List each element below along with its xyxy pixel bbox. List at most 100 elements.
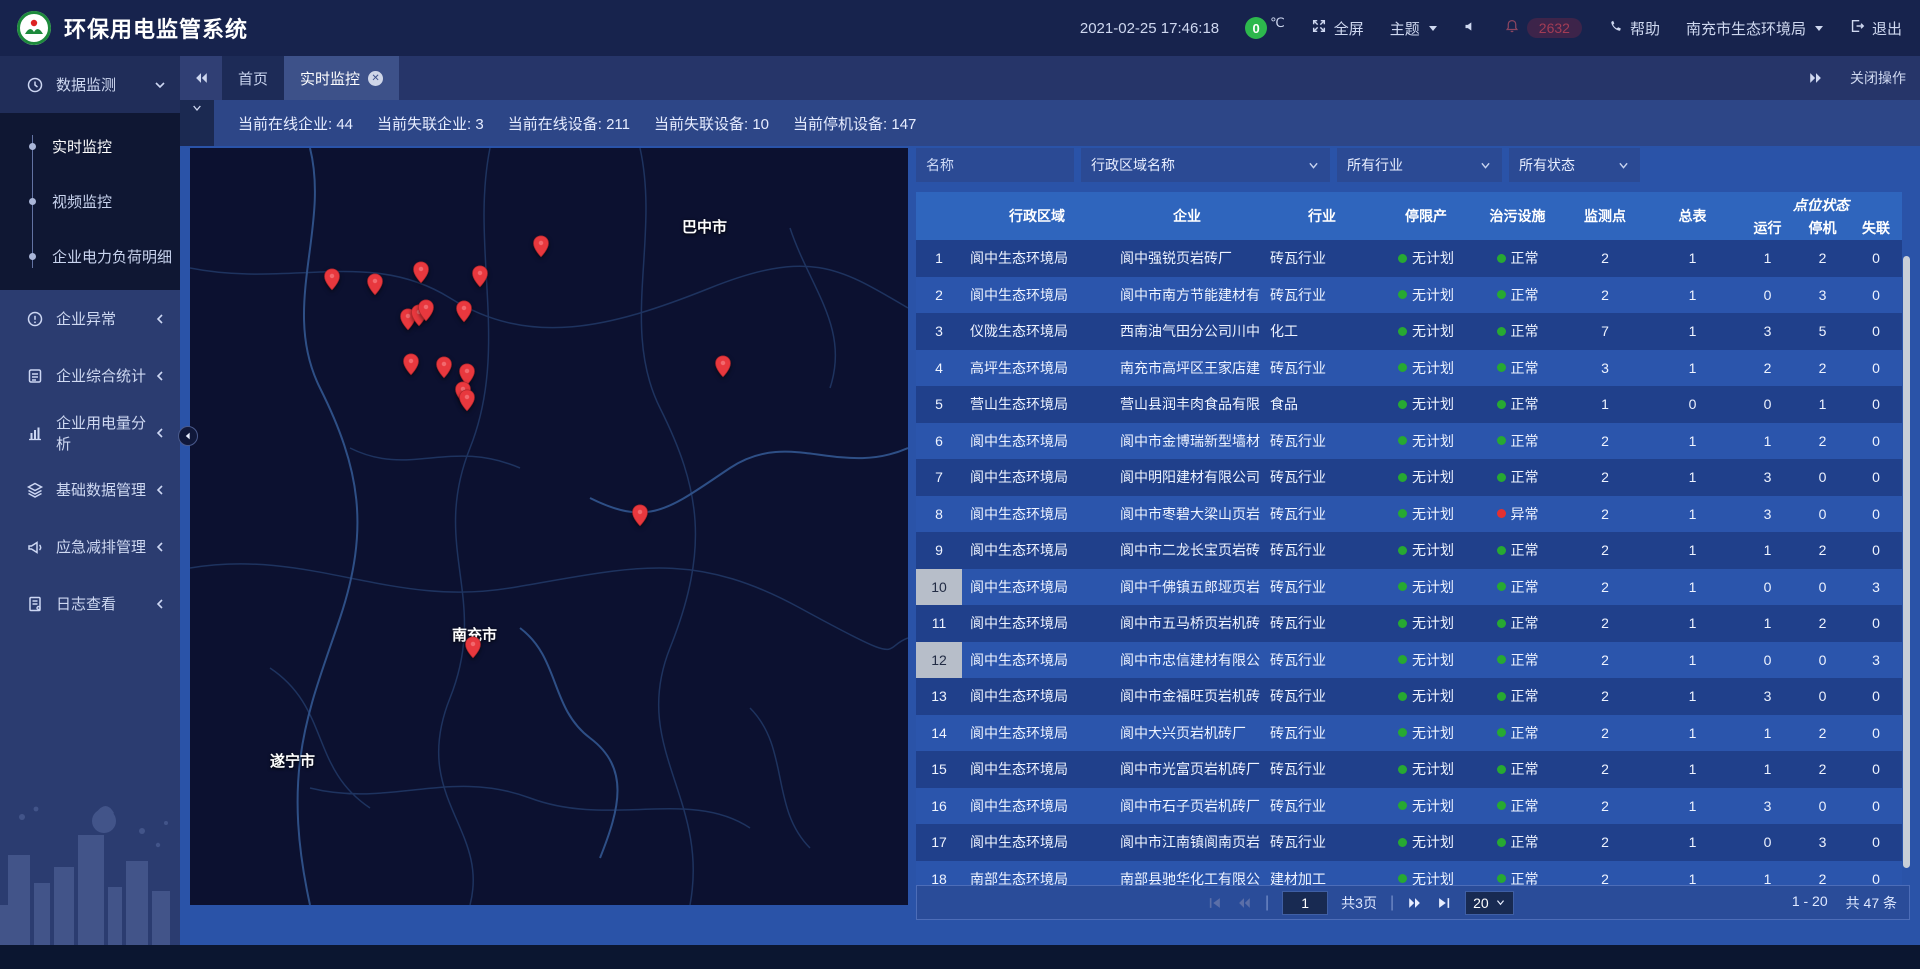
- stats-collapse-notch[interactable]: [180, 100, 214, 146]
- table-row[interactable]: 11阆中生态环境局阆中市五马桥页岩机砖砖瓦行业无计划正常21120: [916, 605, 1902, 642]
- table-row[interactable]: 4高坪生态环境局南充市高坪区王家店建砖瓦行业无计划正常31220: [916, 350, 1902, 387]
- table-scrollbar[interactable]: [1903, 256, 1910, 868]
- map-panel[interactable]: 巴中市南充市遂宁市: [190, 148, 908, 905]
- cell-monitor-points: 2: [1565, 532, 1645, 569]
- status-dot: [1497, 436, 1506, 445]
- page-size-select[interactable]: 20: [1465, 891, 1514, 915]
- org-dropdown[interactable]: 南充市生态环境局: [1686, 18, 1823, 39]
- first-page-icon: [1207, 895, 1223, 911]
- table-row[interactable]: 1阆中生态环境局阆中强锐页岩砖厂砖瓦行业无计划正常21120: [916, 240, 1902, 277]
- table-row[interactable]: 3仪陇生态环境局西南油气田分公司川中化工无计划正常71350: [916, 313, 1902, 350]
- cell-limit-status: 无计划: [1382, 532, 1470, 569]
- table-row[interactable]: 2阆中生态环境局阆中市南方节能建材有砖瓦行业无计划正常21030: [916, 277, 1902, 314]
- table-row[interactable]: 16阆中生态环境局阆中市石子页岩机砖厂砖瓦行业无计划正常21300: [916, 788, 1902, 825]
- cell-running: 3: [1740, 496, 1795, 533]
- map-pin-icon[interactable]: [533, 235, 550, 258]
- sidebar-item-emergency-reduction[interactable]: 应急减排管理: [0, 518, 180, 575]
- cell-total-meter: 1: [1645, 313, 1740, 350]
- sidebar-subitem[interactable]: 视频监控: [0, 174, 180, 229]
- cell-company: 阆中市五马桥页岩机砖: [1112, 605, 1262, 642]
- next-page-button[interactable]: [1407, 895, 1423, 911]
- chevron-down-icon: [154, 79, 166, 91]
- tabs-scroll-right-button[interactable]: [1808, 70, 1824, 86]
- cell-limit-status: 无计划: [1382, 715, 1470, 752]
- cell-total-meter: 1: [1645, 642, 1740, 679]
- fullscreen-button[interactable]: 全屏: [1311, 18, 1364, 39]
- last-page-button[interactable]: [1436, 895, 1452, 911]
- status-text: 无计划: [1412, 686, 1454, 706]
- tabs-scroll-left-button[interactable]: [180, 56, 222, 100]
- table-row[interactable]: 8阆中生态环境局阆中市枣碧大梁山页岩砖瓦行业无计划异常21300: [916, 496, 1902, 533]
- map-pin-icon[interactable]: [465, 636, 482, 659]
- page-number-input[interactable]: [1282, 891, 1328, 915]
- cell-monitor-points: 2: [1565, 715, 1645, 752]
- cell-running: 2: [1740, 350, 1795, 387]
- sidebar-subitem[interactable]: 实时监控: [0, 119, 180, 174]
- sidebar-item-base-data-management[interactable]: 基础数据管理: [0, 461, 180, 518]
- cell-treatment-status: 正常: [1470, 350, 1565, 387]
- table-row[interactable]: 17阆中生态环境局阆中市江南镇阆南页岩砖瓦行业无计划正常21030: [916, 824, 1902, 861]
- cell-company: 阆中市二龙长宝页岩砖: [1112, 532, 1262, 569]
- status-select[interactable]: 所有状态: [1509, 148, 1640, 182]
- close-icon[interactable]: ✕: [368, 71, 383, 86]
- status-text: 正常: [1511, 686, 1539, 706]
- panel-collapse-button[interactable]: [178, 426, 198, 446]
- first-page-button[interactable]: [1207, 895, 1223, 911]
- cell-lost: 0: [1850, 532, 1902, 569]
- table-row[interactable]: 18南部生态环境局南部县驰华化工有限公建材加工无计划正常21120: [916, 861, 1902, 886]
- help-button[interactable]: 帮助: [1608, 18, 1660, 39]
- tab-实时监控[interactable]: 实时监控✕: [284, 56, 399, 100]
- sidebar-item-log-view[interactable]: 日志查看: [0, 575, 180, 632]
- table-row[interactable]: 9阆中生态环境局阆中市二龙长宝页岩砖砖瓦行业无计划正常21120: [916, 532, 1902, 569]
- map-pin-icon[interactable]: [459, 389, 476, 412]
- table-row[interactable]: 10阆中生态环境局阆中千佛镇五郎垭页岩砖瓦行业无计划正常21003: [916, 569, 1902, 606]
- table-row[interactable]: 14阆中生态环境局阆中大兴页岩机砖厂砖瓦行业无计划正常21120: [916, 715, 1902, 752]
- industry-select[interactable]: 所有行业: [1337, 148, 1502, 182]
- status-dot: [1497, 692, 1506, 701]
- sidebar-item-power-usage-analysis[interactable]: 企业用电量分析: [0, 404, 180, 461]
- phone-icon: [1608, 19, 1623, 38]
- name-search-input[interactable]: [916, 148, 1074, 182]
- map-pin-icon[interactable]: [472, 265, 489, 288]
- region-select[interactable]: 行政区域名称: [1081, 148, 1330, 182]
- mute-button[interactable]: [1463, 19, 1478, 38]
- map-pin-icon[interactable]: [436, 356, 453, 379]
- sidebar-item-enterprise-statistics[interactable]: 企业综合统计: [0, 347, 180, 404]
- table-row[interactable]: 5营山生态环境局营山县润丰肉食品有限食品无计划正常10010: [916, 386, 1902, 423]
- table-row[interactable]: 13阆中生态环境局阆中市金福旺页岩机砖砖瓦行业无计划正常21300: [916, 678, 1902, 715]
- map-pin-icon[interactable]: [632, 504, 649, 527]
- map-pin-icon[interactable]: [456, 300, 473, 323]
- table-row[interactable]: 7阆中生态环境局阆中明阳建材有限公司砖瓦行业无计划正常21300: [916, 459, 1902, 496]
- table-row[interactable]: 12阆中生态环境局阆中市忠信建材有限公砖瓦行业无计划正常21003: [916, 642, 1902, 679]
- table-row[interactable]: 6阆中生态环境局阆中市金博瑞新型墙材砖瓦行业无计划正常21120: [916, 423, 1902, 460]
- map-pin-icon[interactable]: [418, 299, 435, 322]
- cell-region: 营山生态环境局: [962, 386, 1112, 423]
- notification-badge[interactable]: 2632: [1504, 18, 1582, 38]
- map-pin-icon[interactable]: [413, 261, 430, 284]
- cell-running: 0: [1740, 277, 1795, 314]
- cell-row-number: 14: [916, 715, 962, 752]
- stat-label: 当前失联企业:: [377, 116, 475, 133]
- previous-page-button[interactable]: [1236, 895, 1252, 911]
- status-text: 正常: [1511, 358, 1539, 378]
- cell-lost: 0: [1850, 678, 1902, 715]
- cell-stopped: 5: [1795, 313, 1850, 350]
- cell-region: 阆中生态环境局: [962, 824, 1112, 861]
- close-actions-button[interactable]: 关闭操作: [1850, 68, 1906, 88]
- map-pin-icon[interactable]: [367, 273, 384, 296]
- sidebar-item-data-monitor[interactable]: 数据监测: [0, 56, 180, 113]
- table-row[interactable]: 15阆中生态环境局阆中市光富页岩机砖厂砖瓦行业无计划正常21120: [916, 751, 1902, 788]
- cell-stopped: 0: [1795, 642, 1850, 679]
- tab-首页[interactable]: 首页: [222, 56, 284, 100]
- map-pin-icon[interactable]: [715, 355, 732, 378]
- map-pin-icon[interactable]: [324, 268, 341, 291]
- stat-label: 当前在线设备:: [508, 116, 606, 133]
- sidebar-subitem[interactable]: 企业电力负荷明细: [0, 229, 180, 284]
- theme-dropdown[interactable]: 主题: [1390, 18, 1437, 39]
- cell-lost: 0: [1850, 459, 1902, 496]
- sidebar-item-enterprise-abnormal[interactable]: 企业异常: [0, 290, 180, 347]
- logout-button[interactable]: 退出: [1849, 18, 1902, 39]
- map-pin-icon[interactable]: [403, 353, 420, 376]
- cell-lost: 0: [1850, 861, 1902, 886]
- temperature-widget: 0 ℃: [1245, 17, 1285, 39]
